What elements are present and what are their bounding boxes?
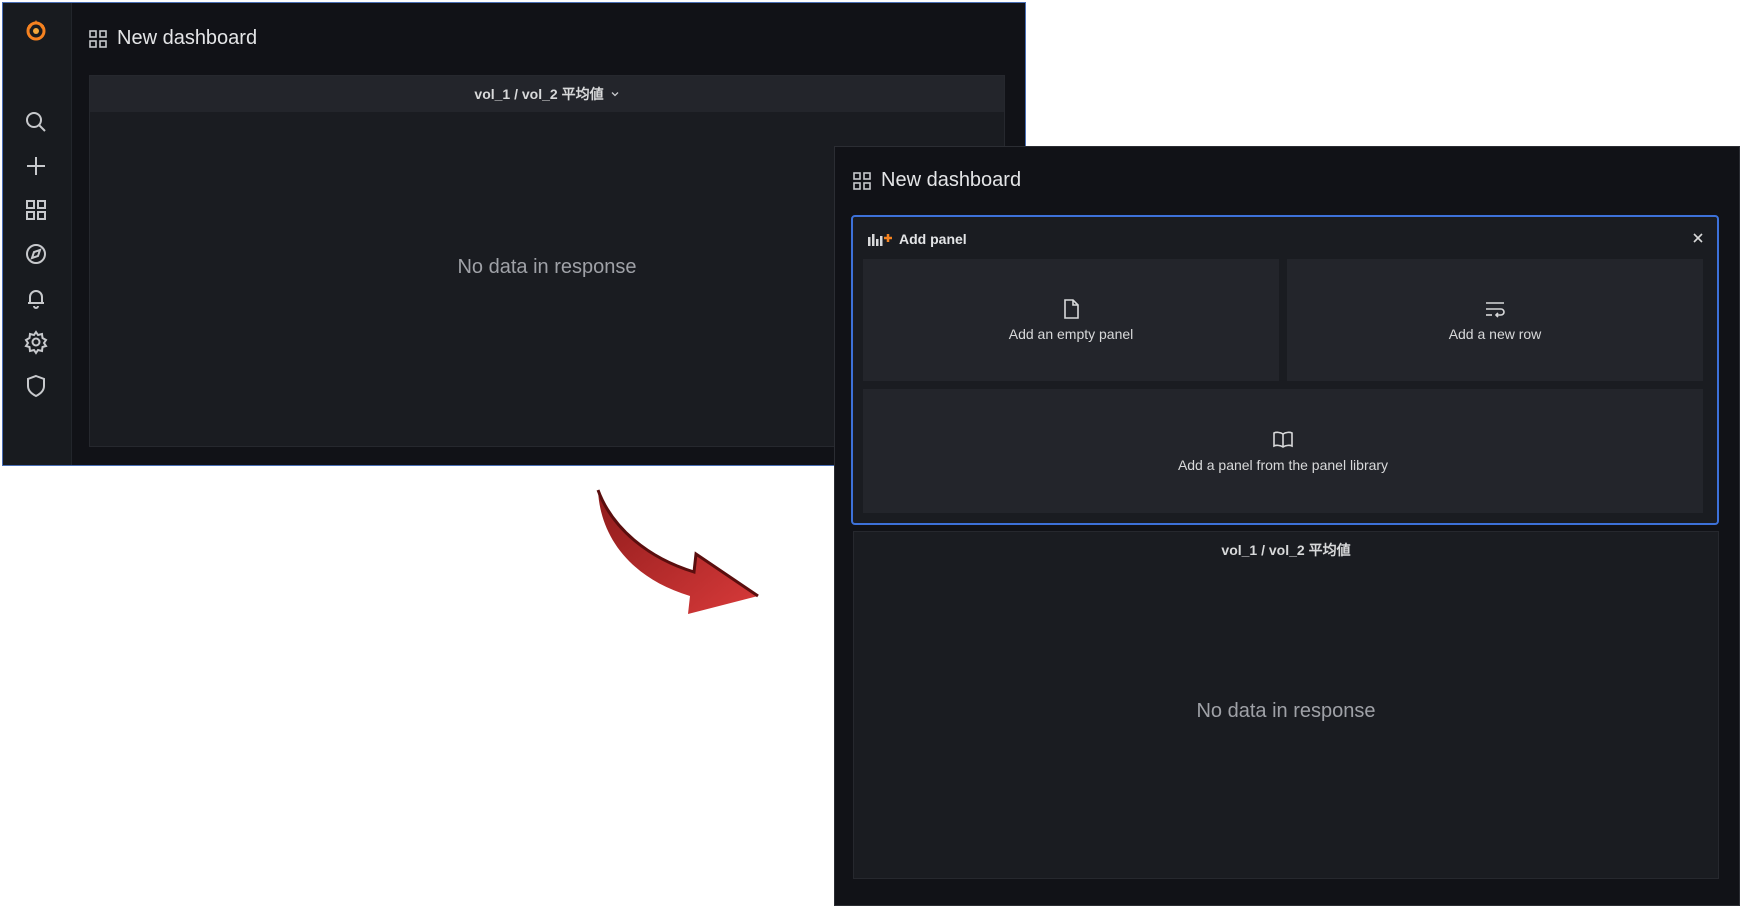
add-new-row-button[interactable]: Add a new row (1287, 259, 1703, 381)
add-panel-header: Add panel (867, 231, 967, 247)
add-panel-widget: Add panel Add an empty panel Add a new r… (851, 215, 1719, 525)
add-panel-title: Add panel (899, 231, 967, 247)
after-screenshot: New dashboard Add panel Add an empty pan… (834, 146, 1740, 906)
shield-icon[interactable] (23, 373, 49, 399)
bell-icon[interactable] (23, 285, 49, 311)
dashboards-icon (89, 29, 107, 48)
dashboards-icon[interactable] (23, 197, 49, 223)
file-icon (1064, 299, 1079, 319)
chevron-down-icon[interactable] (610, 89, 620, 99)
dashboard-title-text: New dashboard (881, 169, 1022, 191)
dashboard-title-text: New dashboard (117, 27, 258, 49)
no-data-message: No data in response (1196, 700, 1376, 722)
search-icon[interactable] (23, 109, 49, 135)
add-empty-panel-label: Add an empty panel (1008, 326, 1134, 342)
gear-icon[interactable] (23, 329, 49, 355)
book-open-icon (1273, 431, 1293, 448)
dashboard-title: New dashboard (89, 27, 257, 50)
plus-icon[interactable] (23, 153, 49, 179)
sidebar (3, 3, 72, 465)
panel-title[interactable]: vol_1 / vol_2 平均値 (854, 540, 1718, 560)
grafana-logo-icon[interactable] (23, 17, 49, 43)
add-empty-panel-button[interactable]: Add an empty panel (863, 259, 1279, 381)
wrap-text-icon (1486, 302, 1505, 318)
dashboard-panel: vol_1 / vol_2 平均値 No data in response (853, 531, 1719, 879)
add-library-panel-label: Add a panel from the panel library (1177, 457, 1389, 473)
dashboards-icon (853, 171, 871, 190)
explore-icon[interactable] (23, 241, 49, 267)
add-panel-icon (868, 234, 892, 246)
transition-arrow-icon (590, 486, 765, 616)
add-library-panel-button[interactable]: Add a panel from the panel library (863, 389, 1703, 513)
panel-title: vol_1 / vol_2 平均値 (474, 86, 604, 102)
add-new-row-label: Add a new row (1448, 326, 1542, 342)
close-icon[interactable] (1689, 229, 1707, 247)
panel-header[interactable]: vol_1 / vol_2 平均値 (90, 76, 1004, 112)
dashboard-title: New dashboard (853, 169, 1021, 192)
